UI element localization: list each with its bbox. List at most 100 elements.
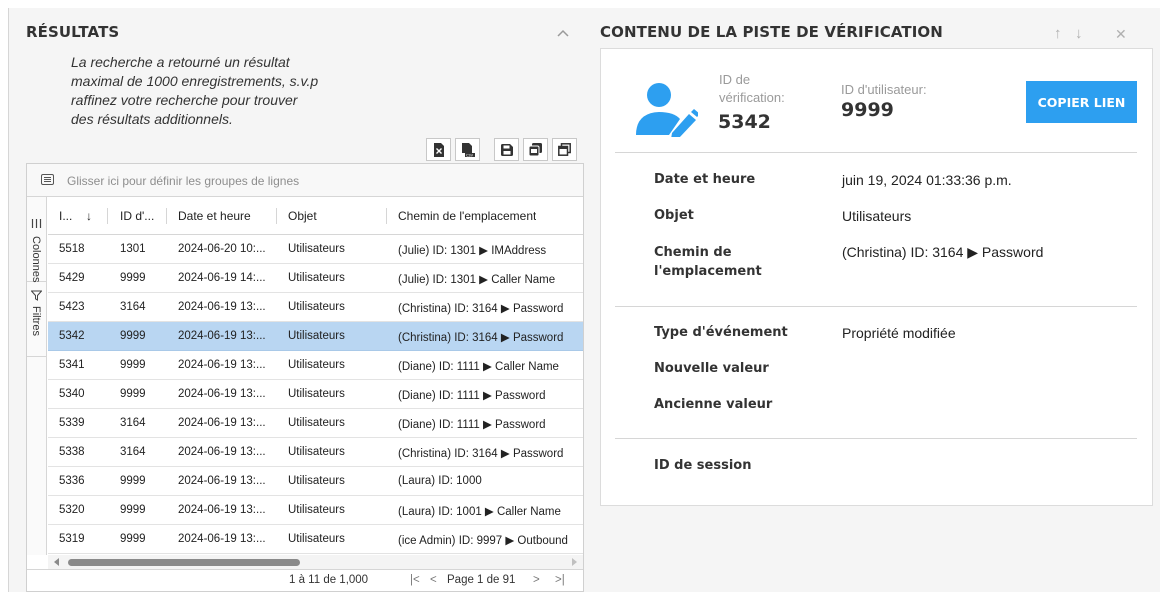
event-type-value: Propriété modifiée [842,325,956,341]
cell-datetime: 2024-06-19 13:... [178,417,266,429]
cell-user-id: 9999 [120,504,146,516]
close-icon[interactable]: ✕ [1115,26,1129,42]
cell-user-id: 3164 [120,446,146,458]
column-header-datetime[interactable]: Date et heure [178,209,251,223]
pagination-range: 1 à 11 de 1,000 [289,574,369,586]
new-value-label: Nouvelle valeur [654,361,769,376]
cell-path: (Christina) ID: 3164 ▶ Password [398,332,564,344]
verification-id-label-1: ID de [719,72,751,87]
cell-id: 5429 [59,272,85,284]
path-label-line-2: l'emplacement [654,264,762,279]
table-row[interactable]: 5342 9999 2024-06-19 13:... Utilisateurs (Ch… [48,322,583,351]
cell-user-id: 9999 [120,330,146,342]
cell-datetime: 2024-06-19 13:... [178,533,266,545]
horizontal-scrollbar[interactable] [48,555,583,569]
last-page-button[interactable]: >| [555,574,565,586]
cell-path: (Julie) ID: 1301 ▶ Caller Name [398,274,556,286]
cell-user-id: 3164 [120,301,146,313]
cell-id: 5338 [59,446,85,458]
copy-button[interactable] [523,138,548,161]
cell-datetime: 2024-06-19 13:... [178,330,266,342]
table-row[interactable]: 5339 3164 2024-06-19 13:... Utilisateurs (Di… [48,409,583,438]
export-csv-button[interactable]: CSV [455,138,480,161]
event-type-label: Type d'événement [654,325,788,340]
cell-user-id: 3164 [120,417,146,429]
results-title: RÉSULTATS [26,23,120,41]
column-separator[interactable] [166,208,167,224]
restore-button[interactable] [552,138,577,161]
cell-datetime: 2024-06-19 13:... [178,504,266,516]
user-id-value: 9999 [841,99,894,121]
table-row[interactable]: 5338 3164 2024-06-19 13:... Utilisateurs (Ch… [48,438,583,467]
column-header-path[interactable]: Chemin de l'emplacement [398,209,536,223]
cell-datetime: 2024-06-19 14:... [178,272,266,284]
column-separator[interactable] [386,208,387,224]
sort-desc-icon[interactable]: ↓ [86,209,92,223]
cell-object: Utilisateurs [288,301,345,313]
csv-export-icon: CSV [461,142,475,157]
cell-user-id: 9999 [120,272,146,284]
cell-id: 5341 [59,359,85,371]
grid-body: I... ↓ ID d'... Date et heure Objet Chem… [48,197,583,555]
scrollbar-thumb[interactable] [68,559,300,566]
results-limit-message: La recherche a retourné un résultat maxi… [71,54,319,127]
audit-card: ID de vérification: 5342 ID d'utilisateu… [600,48,1153,506]
export-excel-button[interactable] [426,138,451,161]
column-header-object[interactable]: Objet [288,209,317,223]
verification-id-value: 5342 [718,111,771,133]
columns-icon [31,219,42,228]
audit-detail-panel: CONTENU DE LA PISTE DE VÉRIFICATION ↑ ↓ … [592,8,1160,592]
cell-path: (Laura) ID: 1001 ▶ Caller Name [398,506,561,518]
row-group-dropzone[interactable]: Glisser ici pour définir les groupes de … [27,164,583,197]
table-row[interactable]: 5518 1301 2024-06-20 10:... Utilisateurs (Ju… [48,235,583,264]
scroll-left-icon[interactable] [54,558,59,566]
audit-title: CONTENU DE LA PISTE DE VÉRIFICATION [600,23,943,41]
cell-id: 5339 [59,417,85,429]
table-row[interactable]: 5423 3164 2024-06-19 13:... Utilisateurs (Ch… [48,293,583,322]
cell-user-id: 9999 [120,533,146,545]
cell-object: Utilisateurs [288,359,345,371]
copy-link-button[interactable]: COPIER LIEN [1026,81,1137,123]
next-page-button[interactable]: > [533,574,540,586]
table-row[interactable]: 5340 9999 2024-06-19 13:... Utilisateurs (Di… [48,380,583,409]
save-button[interactable] [494,138,519,161]
cell-path: (Laura) ID: 1000 [398,475,482,487]
cell-id: 5518 [59,243,85,255]
cell-path: (Diane) ID: 1111 ▶ Password [398,419,546,431]
cell-path: (Christina) ID: 3164 ▶ Password [398,303,564,315]
cell-object: Utilisateurs [288,446,345,458]
previous-page-button[interactable]: < [430,574,437,586]
table-row[interactable]: 5320 9999 2024-06-19 13:... Utilisateurs (La… [48,496,583,525]
arrow-up-icon[interactable]: ↑ [1054,26,1068,42]
column-separator[interactable] [107,208,108,224]
chevron-up-icon[interactable] [556,26,570,40]
first-page-button[interactable]: |< [410,574,420,586]
divider [615,152,1137,153]
tab-columns[interactable]: Colonnes [27,197,47,282]
table-row[interactable]: 5429 9999 2024-06-19 14:... Utilisateurs (Ju… [48,264,583,293]
table-row[interactable]: 5341 9999 2024-06-19 13:... Utilisateurs (Di… [48,351,583,380]
cell-object: Utilisateurs [288,504,345,516]
arrow-down-icon[interactable]: ↓ [1075,26,1089,42]
column-header-user-id[interactable]: ID d'... [120,209,160,223]
divider [615,438,1137,439]
table-row[interactable]: 5319 9999 2024-06-19 13:... Utilisateurs (ic… [48,525,583,554]
scroll-right-icon[interactable] [572,558,577,566]
column-separator[interactable] [276,208,277,224]
cell-user-id: 9999 [120,359,146,371]
table-row[interactable]: 5336 9999 2024-06-19 13:... Utilisateurs (La… [48,467,583,496]
cell-user-id: 1301 [120,243,146,255]
column-header-id[interactable]: I... [59,209,81,223]
cell-datetime: 2024-06-19 13:... [178,475,266,487]
cell-user-id: 9999 [120,475,146,487]
cell-id: 5342 [59,330,85,342]
cell-object: Utilisateurs [288,330,345,342]
copy-icon [529,143,542,156]
tab-filters[interactable]: Filtres [27,282,47,357]
old-value-label: Ancienne valeur [654,397,773,412]
user-id-label: ID d'utilisateur: [841,82,927,97]
cell-object: Utilisateurs [288,243,345,255]
save-icon [500,143,513,156]
results-panel: RÉSULTATS La recherche a retourné un rés… [8,8,592,592]
tab-filters-label: Filtres [30,306,42,336]
